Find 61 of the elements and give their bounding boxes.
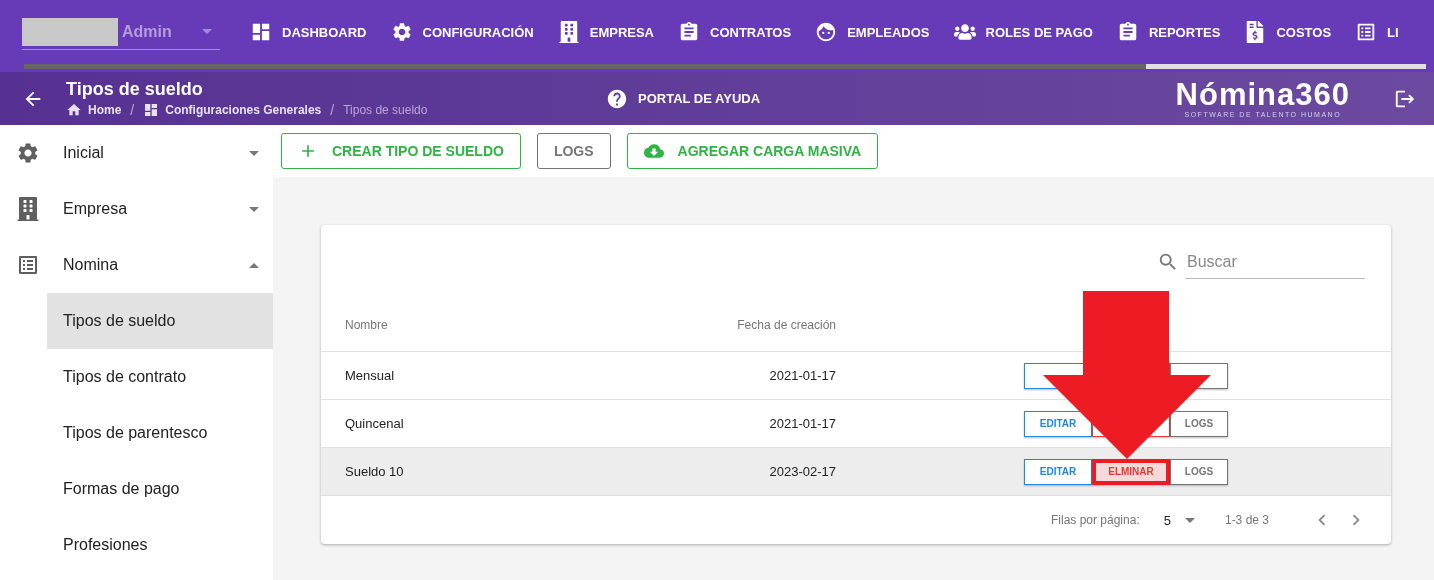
rows-per-page-label: Filas por página: (1051, 513, 1140, 527)
settings-icon (390, 21, 413, 43)
table-cell-text: 2021-01-17 (768, 416, 836, 431)
user-value: Admin (122, 22, 173, 41)
caret-icon (1184, 517, 1195, 523)
table-cell-text: Quincenal (345, 416, 405, 431)
search-icon (1157, 251, 1179, 273)
nav-item[interactable]: CONTRATOS (666, 12, 804, 52)
sidebar-label: Inicial (63, 144, 105, 162)
list-icon (16, 253, 40, 277)
sidebar-label: Nomina (63, 256, 120, 274)
page-title: Tipos de sueldo (66, 79, 204, 100)
column-header: Nombre (345, 318, 389, 332)
table-cell-text: Sueldo 10 (345, 464, 405, 479)
edit-button[interactable]: EDITAR (1024, 458, 1092, 485)
column-header: Fecha de creación (736, 318, 836, 332)
caret-icon (249, 206, 259, 212)
people-icon (953, 21, 976, 43)
settings-icon (16, 141, 40, 165)
face-icon (815, 21, 838, 43)
help-icon (606, 87, 628, 110)
cloud-download-icon (643, 141, 664, 161)
dashboard-icon (250, 21, 272, 43)
sidebar-item[interactable]: Nomina (0, 237, 273, 293)
breadcrumb-separator: / (130, 102, 135, 118)
logs-button[interactable]: LOGS (536, 133, 611, 169)
caret-icon (202, 29, 212, 34)
sidebar-label: Empresa (63, 200, 129, 218)
table-cell-text: 2023-02-17 (768, 464, 836, 479)
caret-icon (249, 150, 259, 156)
nav-item[interactable]: CONFIGURACIÓN (378, 12, 546, 52)
table-cell-text: Mensual (345, 368, 396, 383)
sidebar-subitem[interactable]: Profesiones (47, 517, 273, 573)
nav-item[interactable]: DASHBOARD (238, 12, 379, 52)
building-icon (16, 197, 40, 221)
logs-button[interactable]: LOGS (1170, 458, 1228, 485)
help-link[interactable]: PORTAL DE AYUDA (606, 87, 761, 110)
breadcrumb-link[interactable]: Configuraciones Generales (165, 103, 322, 117)
nav-item[interactable]: ROLES DE PAGO (941, 12, 1105, 52)
clipboard-icon (678, 21, 700, 43)
sidebar-item[interactable]: Inicial (0, 125, 273, 181)
caret-icon (249, 262, 259, 268)
nav-item[interactable]: EMPRESA (545, 12, 666, 52)
breadcrumb-separator: / (330, 102, 335, 118)
nav-item[interactable]: COSTOS (1232, 12, 1344, 52)
sidebar-item[interactable]: Empresa (0, 181, 273, 237)
sidebar-subitem[interactable]: Tipos de parentesco (47, 405, 273, 461)
breadcrumb-link[interactable]: Home (88, 103, 122, 117)
home-icon (66, 102, 82, 118)
nav-item[interactable]: REPORTES (1104, 12, 1233, 52)
logs-button[interactable]: LOGS (1170, 410, 1228, 437)
sidebar-subitem[interactable]: Tipos de contrato (47, 349, 273, 405)
building-icon (557, 21, 580, 43)
sidebar-subitem[interactable]: Formas de pago (47, 461, 273, 517)
table-cell-text: 2021-01-17 (768, 368, 836, 383)
nav-item[interactable]: LI (1343, 12, 1411, 52)
dashboard-icon (143, 102, 160, 118)
page-range: 1-3 de 3 (1224, 513, 1269, 527)
rows-per-page-select[interactable]: 5 (1163, 512, 1195, 528)
sidebar-subitem[interactable]: Tipos de sueldo (47, 293, 273, 349)
nav-item[interactable]: EMPLEADOS (803, 12, 942, 52)
